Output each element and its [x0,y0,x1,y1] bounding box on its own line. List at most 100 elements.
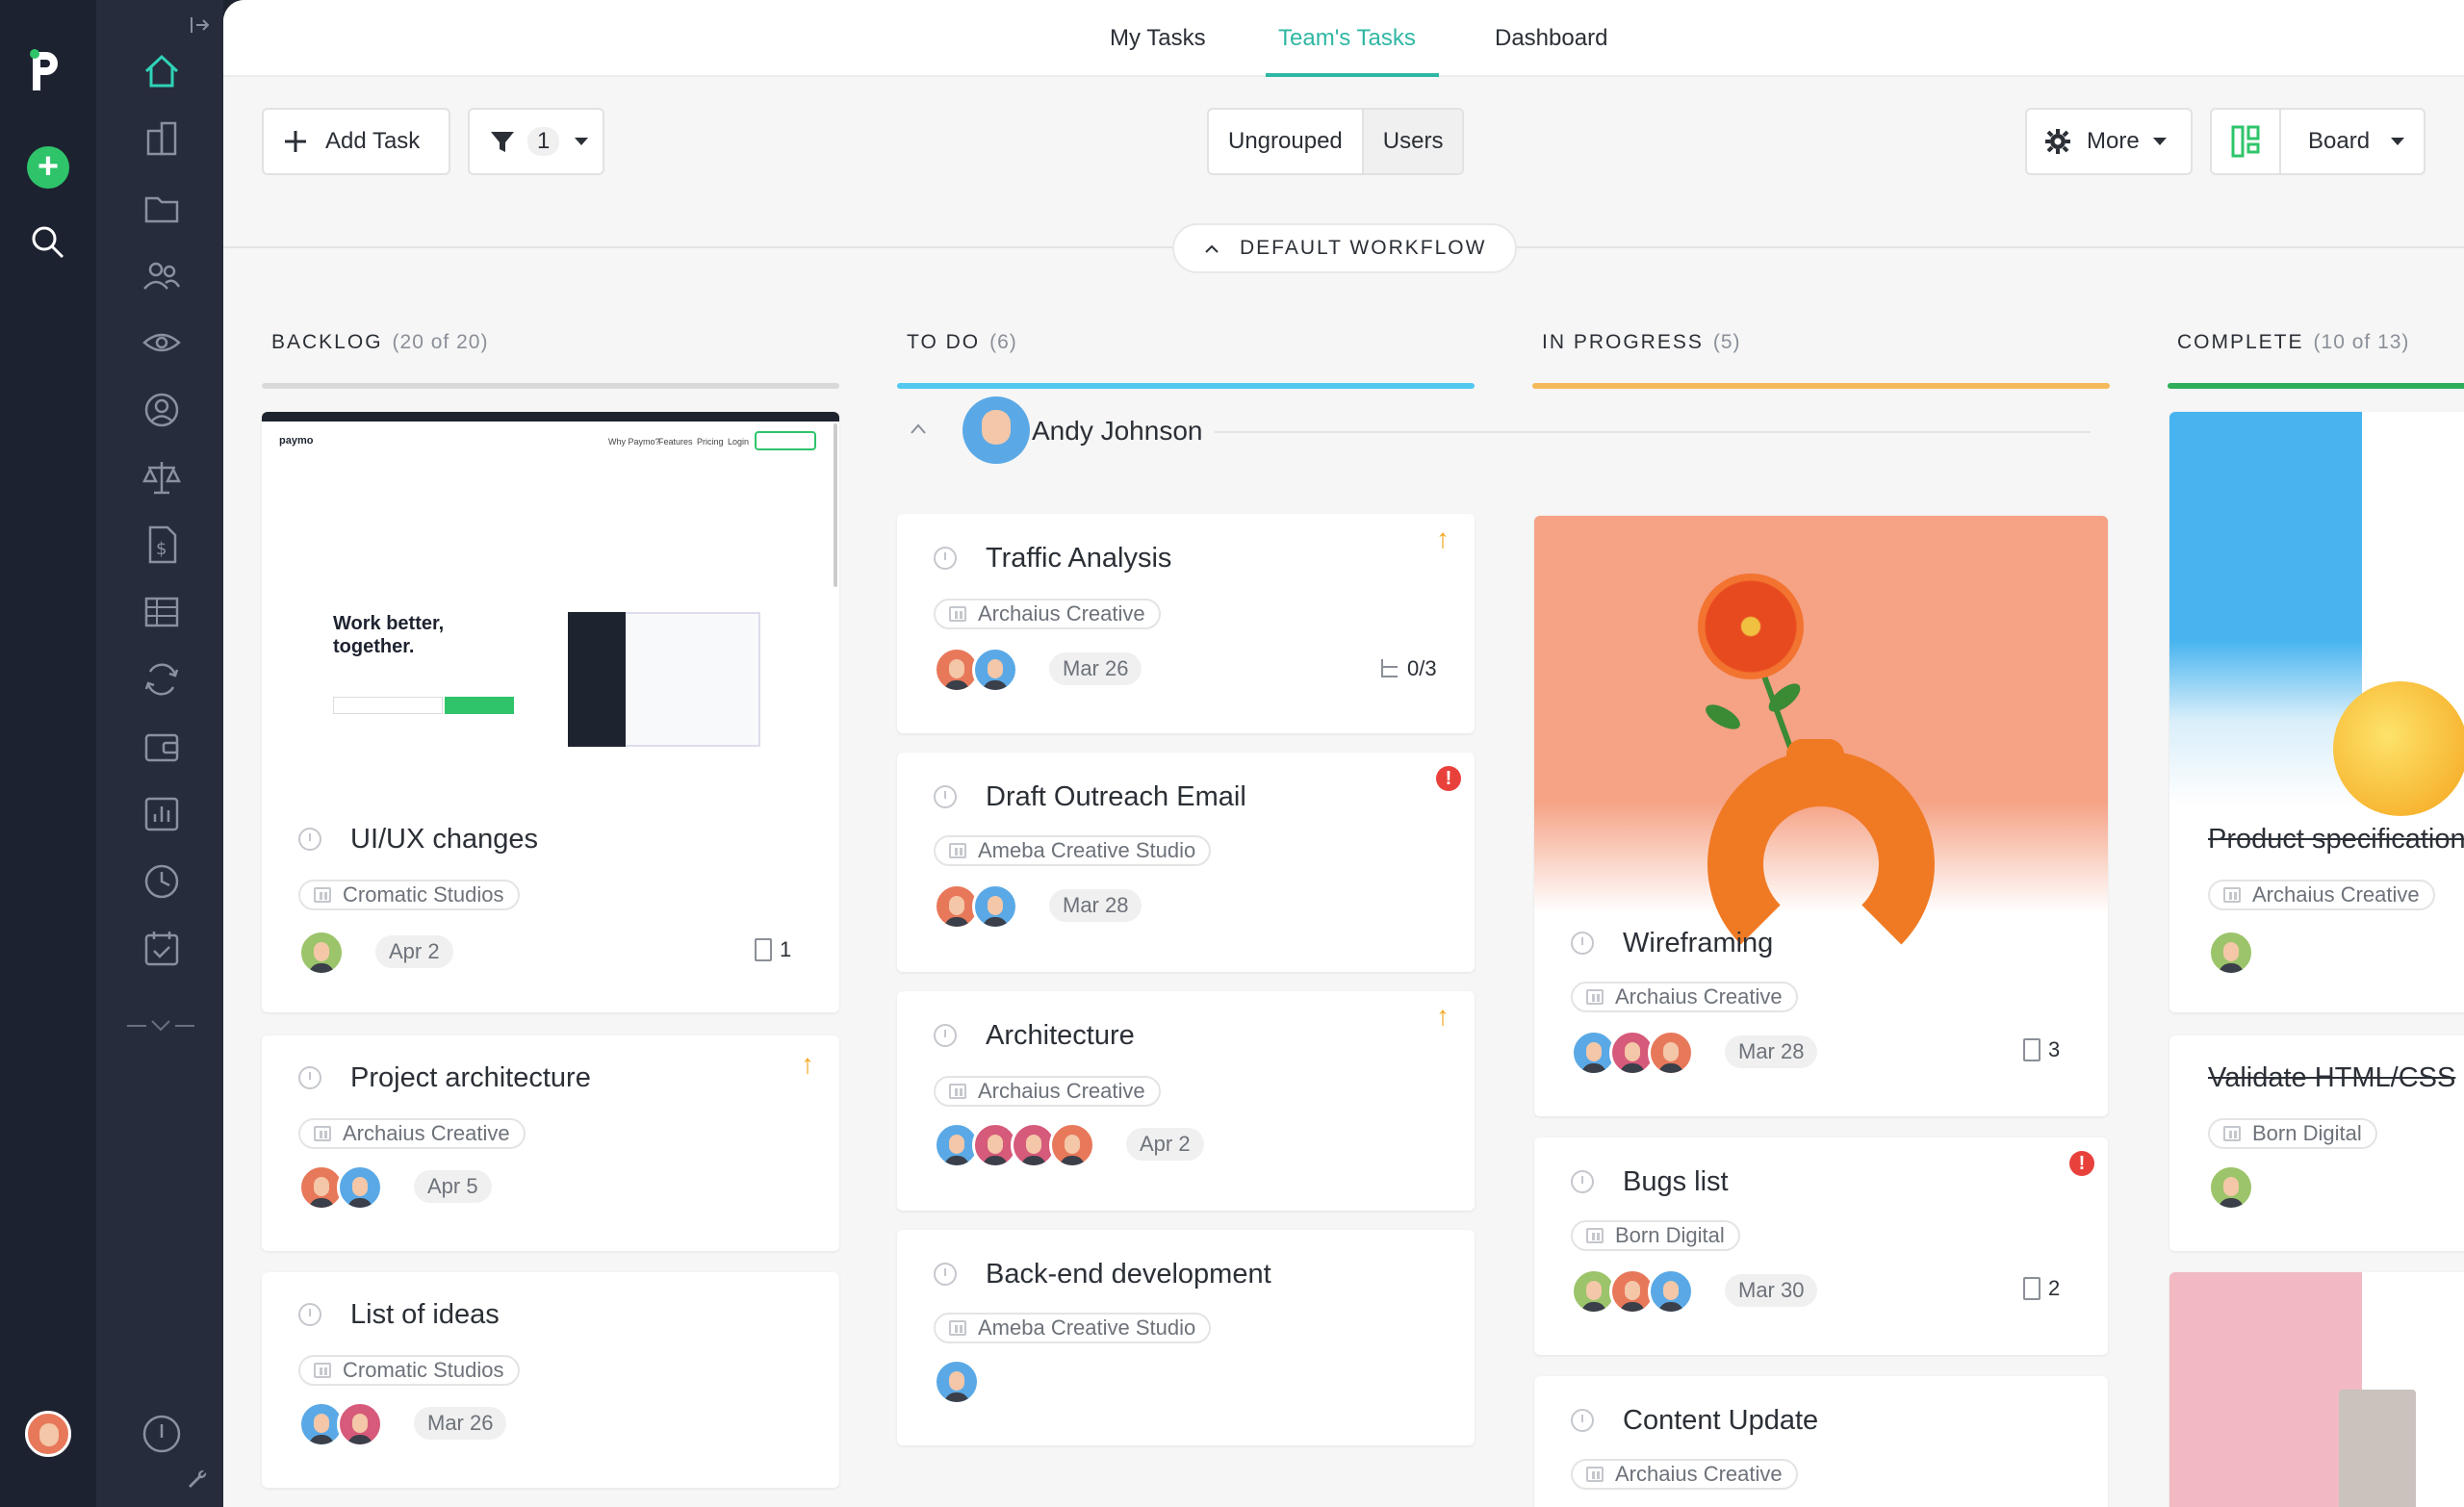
expenses-wallet-icon[interactable] [141,726,183,768]
time-clock-icon[interactable] [141,860,183,903]
due-date[interactable]: Mar 30 [1725,1274,1818,1307]
project-tag[interactable]: Ameba Creative Studio [934,835,1212,866]
project-name: Archaius Creative [978,1079,1145,1103]
assignees[interactable] [1571,1030,1694,1076]
reports-chart-icon[interactable] [141,793,183,835]
column-count: (6) [989,331,1017,353]
assignees[interactable] [934,883,1018,930]
task-title[interactable]: Bugs list [1623,1166,1729,1198]
timesheet-table-icon[interactable] [141,591,183,633]
project-tag[interactable]: Born Digital [1571,1220,1740,1251]
task-card[interactable]: Traffic Analysis ↑ Archaius Creative Mar… [897,514,1475,733]
collapse-sidebar-icon[interactable] [189,13,212,37]
task-title[interactable]: UI/UX changes [350,824,538,856]
task-card[interactable]: List of ideas Cromatic Studios Mar 26 [262,1272,839,1488]
task-title[interactable]: List of ideas [350,1299,500,1331]
project-tag[interactable]: Archaius Creative [1571,982,1798,1012]
collapse-group-chevron-icon[interactable] [909,421,928,435]
status-info-icon[interactable] [141,1413,183,1455]
group-users-option[interactable]: Users [1361,110,1463,173]
more-modules-chevron-icon[interactable] [127,1016,194,1035]
due-date[interactable]: Mar 28 [1725,1035,1818,1068]
invoices-dollar-icon[interactable]: $ [141,524,183,566]
more-button[interactable]: More [2025,108,2193,175]
task-card[interactable]: Bugs list ! Born Digital Mar 30 2 [1534,1137,2108,1355]
task-title[interactable]: Back-end development [986,1259,1271,1290]
search-icon[interactable] [29,223,67,262]
group-ungrouped-option[interactable]: Ungrouped [1209,110,1362,173]
task-card[interactable]: Project architecture ↑ Archaius Creative… [262,1035,839,1251]
task-title[interactable]: Traffic Analysis [986,543,1171,575]
project-tag[interactable]: Archaius Creative [934,599,1161,629]
site-brand: paymo [279,435,314,447]
filter-button[interactable]: 1 [468,108,604,175]
settings-wrench-icon[interactable] [187,1469,210,1492]
due-date[interactable]: Apr 5 [414,1170,492,1203]
view-selector-button[interactable]: Board [2279,108,2426,175]
tab-dashboard[interactable]: Dashboard [1495,25,1607,52]
task-title[interactable]: Content Update [1623,1405,1818,1437]
task-card[interactable]: Back-end development Ameba Creative Stud… [897,1230,1475,1445]
calendar-check-icon[interactable] [141,928,183,970]
project-tag[interactable]: Archaius Creative [298,1118,526,1149]
recurring-icon[interactable] [141,658,183,701]
assignees[interactable] [934,647,1018,693]
project-tag[interactable]: Archaius Creative [1571,1459,1798,1490]
board-layout-button[interactable] [2210,108,2281,175]
task-card[interactable]: Wireframing Archaius Creative Mar 28 3 [1534,516,2108,1116]
watch-eye-icon[interactable] [141,321,183,364]
assignees[interactable] [934,1122,1095,1168]
paymo-logo-icon[interactable] [27,48,65,94]
user-avatar[interactable] [25,1411,71,1457]
task-card[interactable]: Product specification Archaius Creative [2169,412,2464,1012]
task-card[interactable]: Validate HTML/CSS Born Digital [2169,1035,2464,1251]
assignees[interactable] [298,930,345,976]
add-task-button[interactable]: Add Task [262,108,450,175]
task-title[interactable]: Project architecture [350,1062,591,1094]
task-card[interactable]: paymo Why Paymo? Features Pricing Login … [262,412,839,1012]
due-date[interactable]: Mar 26 [1049,652,1142,685]
task-title[interactable]: Wireframing [1623,928,1773,959]
due-date[interactable]: Apr 2 [1126,1128,1204,1161]
project-tag[interactable]: Cromatic Studios [298,880,520,910]
home-icon[interactable] [141,50,183,92]
clients-icon[interactable] [141,117,183,160]
top-tabs: My Tasks Team's Tasks Dashboard [223,0,2464,77]
avatar [1049,1122,1095,1168]
assignees[interactable] [2208,1164,2254,1211]
balance-scale-icon[interactable] [141,456,183,498]
user-group-header[interactable]: Andy Johnson [897,396,2341,473]
task-card[interactable]: Draft Outreach Email ! Ameba Creative St… [897,753,1475,972]
project-tag[interactable]: Cromatic Studios [298,1355,520,1386]
profile-icon[interactable] [141,389,183,431]
workflow-toggle[interactable]: DEFAULT WORKFLOW [1172,223,1518,273]
task-card[interactable]: Architecture ↑ Archaius Creative Apr 2 [897,991,1475,1211]
assignees[interactable] [298,1164,383,1211]
due-date[interactable]: Apr 2 [375,935,453,968]
task-title[interactable]: Validate HTML/CSS [2208,1062,2455,1094]
task-title[interactable]: Architecture [986,1020,1135,1052]
project-tag[interactable]: Born Digital [2208,1118,2377,1149]
due-date[interactable]: Mar 26 [414,1407,507,1440]
project-tag[interactable]: Ameba Creative Studio [934,1313,1212,1343]
project-tag[interactable]: Archaius Creative [934,1076,1161,1107]
projects-folder-icon[interactable] [141,187,183,229]
assignees[interactable] [298,1401,383,1447]
task-title[interactable]: Product specification [2208,824,2464,856]
task-card[interactable] [2169,1272,2464,1507]
project-tag[interactable]: Archaius Creative [2208,880,2435,910]
task-card[interactable]: Content Update Archaius Creative [1534,1376,2108,1507]
tab-my-tasks[interactable]: My Tasks [1110,25,1206,52]
task-title[interactable]: Draft Outreach Email [986,781,1246,813]
task-cover-image [1534,516,2108,978]
assignees[interactable] [934,1359,980,1405]
assignees[interactable] [2208,930,2254,976]
column-bar-in-progress [1532,383,2110,389]
team-icon[interactable] [141,254,183,296]
assignees[interactable] [1571,1268,1694,1315]
tab-teams-tasks[interactable]: Team's Tasks [1278,25,1416,52]
quick-add-button[interactable]: + [27,146,69,189]
due-date[interactable]: Mar 28 [1049,889,1142,922]
avatar [2208,930,2254,976]
time-estimate-icon [934,1024,957,1047]
